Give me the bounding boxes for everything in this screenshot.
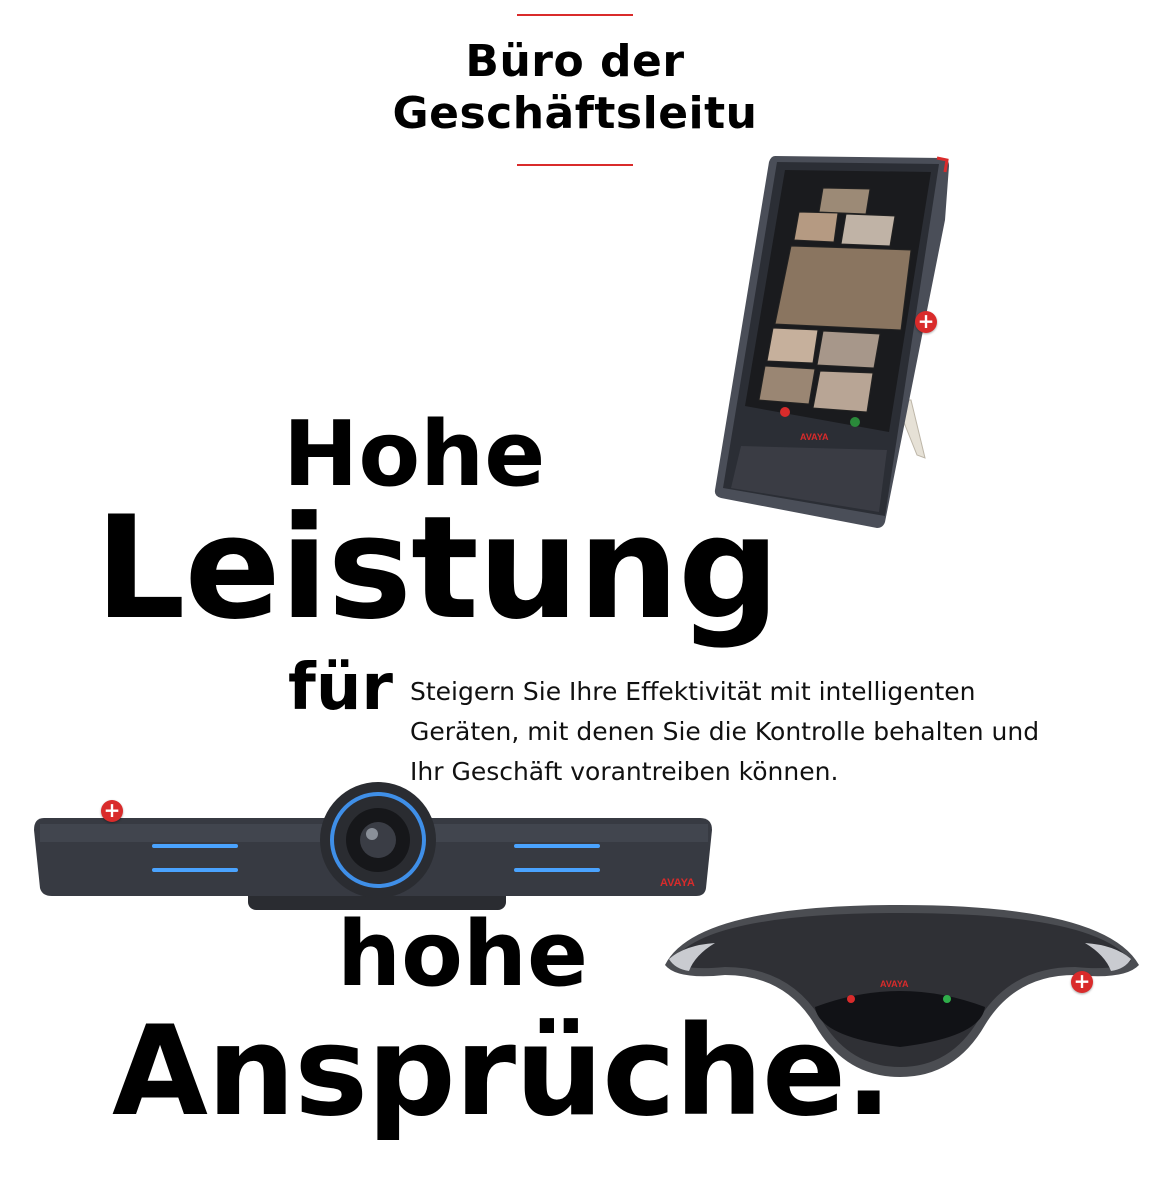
page-title: Büro der Geschäftsleitu — [330, 36, 820, 140]
speakerphone-hotspot-button[interactable]: + — [1071, 971, 1093, 993]
headline-word-leistung: Leistung — [95, 486, 780, 651]
tablet-product-image: AVAYA — [705, 150, 950, 530]
page-title-line2: Geschäftsleitu — [392, 88, 758, 139]
headline-word-fuer: für — [288, 651, 393, 725]
header-rule-bottom — [517, 164, 633, 166]
svg-text:AVAYA: AVAYA — [880, 979, 909, 989]
svg-text:AVAYA: AVAYA — [660, 877, 695, 889]
headline-word-ansprueche: Ansprüche. — [112, 1000, 892, 1144]
camera-hotspot-button[interactable]: + — [101, 800, 123, 822]
headline-word-hohe-lower: hohe — [337, 902, 589, 1007]
camera-product-image: AVAYA — [30, 778, 720, 918]
header-rule-top — [517, 14, 633, 16]
description-text: Steigern Sie Ihre Effektivität mit intel… — [410, 677, 1040, 786]
page-title-line1: Büro der — [465, 36, 685, 87]
svg-text:AVAYA: AVAYA — [800, 432, 829, 442]
tablet-hotspot-button[interactable]: + — [915, 311, 937, 333]
